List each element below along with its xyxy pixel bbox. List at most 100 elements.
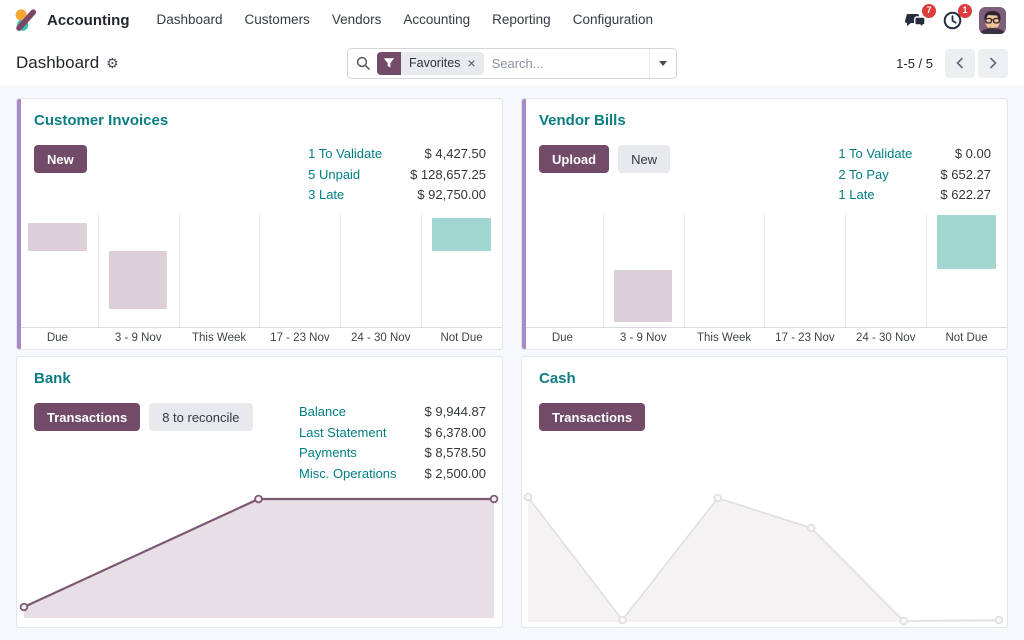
- card-bank[interactable]: Bank Transactions 8 to reconcile Balance $ 9…: [16, 356, 503, 628]
- x-axis-line: [522, 327, 1007, 328]
- nav-item-dashboard[interactable]: Dashboard: [146, 0, 234, 40]
- stat-value-5-unpaid: $ 128,657.25: [410, 167, 486, 182]
- stat-link-payments[interactable]: Payments: [299, 445, 397, 460]
- gridline: [259, 213, 260, 327]
- card-stats: 1 To Validate $ 4,427.50 5 Unpaid $ 128,657…: [308, 146, 486, 202]
- card-stats: 1 To Validate $ 0.00 2 To Pay $ 652.27 1 Lat…: [838, 146, 991, 202]
- stat-value-1-late: $ 622.27: [940, 187, 991, 202]
- stat-link-1-late[interactable]: 1 Late: [838, 187, 912, 202]
- stat-link-misc-operations[interactable]: Misc. Operations: [299, 466, 397, 481]
- axis-label-not-due: Not Due: [411, 332, 503, 344]
- gridline: [98, 213, 99, 327]
- search-icon: [356, 56, 370, 70]
- balance-line-chart: [18, 485, 501, 625]
- gridline: [926, 213, 927, 327]
- chevron-left-icon: [955, 57, 965, 69]
- nav-item-accounting[interactable]: Accounting: [392, 0, 481, 40]
- stat-link-2-to-pay[interactable]: 2 To Pay: [838, 167, 912, 182]
- page-title: Dashboard: [16, 53, 99, 73]
- card-stats: Balance$ 9,944.87Last Statement$ 6,378.0…: [299, 404, 486, 481]
- nav-item-reporting[interactable]: Reporting: [481, 0, 562, 40]
- stat-link-1-to-validate[interactable]: 1 To Validate: [308, 146, 382, 161]
- gridline: [603, 213, 604, 327]
- transactions-button[interactable]: Transactions: [34, 403, 140, 431]
- search-options-toggle[interactable]: [649, 49, 676, 78]
- stat-value-misc-operations: $ 2,500.00: [425, 466, 486, 481]
- messages-button[interactable]: 7: [905, 11, 926, 30]
- control-panel: Dashboard ⚙ Favorites × 1-5 / 5: [0, 40, 1024, 86]
- bar-due[interactable]: [28, 223, 86, 251]
- gridline: [684, 213, 685, 327]
- card-buttons: Transactions: [539, 403, 645, 431]
- new-button[interactable]: New: [34, 145, 87, 173]
- remove-filter-icon[interactable]: ×: [467, 56, 475, 70]
- card-cash[interactable]: Cash Transactions: [521, 356, 1008, 628]
- chart-column-this-week: This Week: [684, 213, 765, 349]
- due-date-bar-chart: Due3 - 9 NovThis Week17 - 23 Nov24 - 30 …: [522, 213, 1007, 349]
- gridline: [764, 213, 765, 327]
- bar-not-due[interactable]: [432, 218, 490, 251]
- transactions-button[interactable]: Transactions: [539, 403, 645, 431]
- activities-button[interactable]: 1: [943, 11, 962, 30]
- stat-value-payments: $ 8,578.50: [425, 445, 486, 460]
- card-buttons: Upload New: [539, 145, 670, 173]
- user-avatar: [979, 7, 1006, 34]
- gridline: [845, 213, 846, 327]
- chart-column-due: Due: [522, 213, 603, 349]
- activities-badge: 1: [958, 4, 972, 18]
- card-title-customer-invoices: Customer Invoices: [34, 112, 168, 129]
- nav-item-customers[interactable]: Customers: [234, 0, 321, 40]
- nav-item-configuration[interactable]: Configuration: [562, 0, 664, 40]
- chart-column-3-9-nov: 3 - 9 Nov: [98, 213, 179, 349]
- pager-previous-button[interactable]: [945, 49, 975, 78]
- nav-item-vendors[interactable]: Vendors: [321, 0, 393, 40]
- card-accent-stripe: [17, 99, 21, 349]
- messages-badge: 7: [922, 4, 936, 18]
- stat-value-2-to-pay: $ 652.27: [940, 167, 991, 182]
- chart-column-24-30-nov: 24 - 30 Nov: [340, 213, 421, 349]
- bar-3-9-nov[interactable]: [109, 251, 167, 309]
- upload-button[interactable]: Upload: [539, 145, 609, 173]
- filter-chip-label: Favorites: [409, 56, 460, 70]
- systray: 7 1: [905, 7, 1012, 34]
- chart-column-17-23-nov: 17 - 23 Nov: [259, 213, 340, 349]
- search-input[interactable]: [484, 56, 649, 71]
- card-title-vendor-bills: Vendor Bills: [539, 112, 626, 129]
- stat-value-1-to-validate: $ 4,427.50: [410, 146, 486, 161]
- stat-link-5-unpaid[interactable]: 5 Unpaid: [308, 167, 382, 182]
- app-name: Accounting: [47, 12, 130, 29]
- chart-column-this-week: This Week: [179, 213, 260, 349]
- card-title-bank: Bank: [34, 370, 71, 387]
- cards-grid: Customer Invoices New 1 To Validate $ 4,427…: [0, 86, 1024, 628]
- card-buttons: New: [34, 145, 87, 173]
- pager-next-button[interactable]: [978, 49, 1008, 78]
- chevron-right-icon: [988, 57, 998, 69]
- bar-3-9-nov[interactable]: [614, 270, 672, 322]
- nav-menu: DashboardCustomersVendorsAccountingRepor…: [146, 0, 665, 40]
- new-button[interactable]: New: [618, 145, 670, 173]
- pager-range: 1-5 / 5: [896, 56, 933, 71]
- stat-link-1-to-validate[interactable]: 1 To Validate: [838, 146, 912, 161]
- favorites-filter-chip[interactable]: Favorites ×: [377, 52, 484, 75]
- stat-value-1-to-validate: $ 0.00: [940, 146, 991, 161]
- stat-value-3-late: $ 92,750.00: [410, 187, 486, 202]
- 8-to-reconcile-button[interactable]: 8 to reconcile: [149, 403, 252, 431]
- axis-label-not-due: Not Due: [916, 332, 1008, 344]
- search-bar[interactable]: Favorites ×: [347, 48, 677, 79]
- due-date-bar-chart: Due3 - 9 NovThis Week17 - 23 Nov24 - 30 …: [17, 213, 502, 349]
- stat-value-balance: $ 9,944.87: [425, 404, 486, 419]
- chevron-down-icon: [659, 61, 667, 66]
- stat-link-balance[interactable]: Balance: [299, 404, 397, 419]
- card-title-cash: Cash: [539, 370, 576, 387]
- bar-not-due[interactable]: [937, 215, 995, 269]
- gear-icon[interactable]: ⚙: [106, 56, 119, 70]
- user-menu-button[interactable]: [979, 7, 1006, 34]
- stat-link-3-late[interactable]: 3 Late: [308, 187, 382, 202]
- chart-column-due: Due: [17, 213, 98, 349]
- accounting-app-icon[interactable]: [14, 8, 38, 32]
- chart-column-3-9-nov: 3 - 9 Nov: [603, 213, 684, 349]
- stat-link-last-statement[interactable]: Last Statement: [299, 425, 397, 440]
- card-vendor-bills[interactable]: Vendor Bills Upload New 1 To Validate $ 0.00…: [521, 98, 1008, 350]
- gridline: [340, 213, 341, 327]
- card-customer-invoices[interactable]: Customer Invoices New 1 To Validate $ 4,427…: [16, 98, 503, 350]
